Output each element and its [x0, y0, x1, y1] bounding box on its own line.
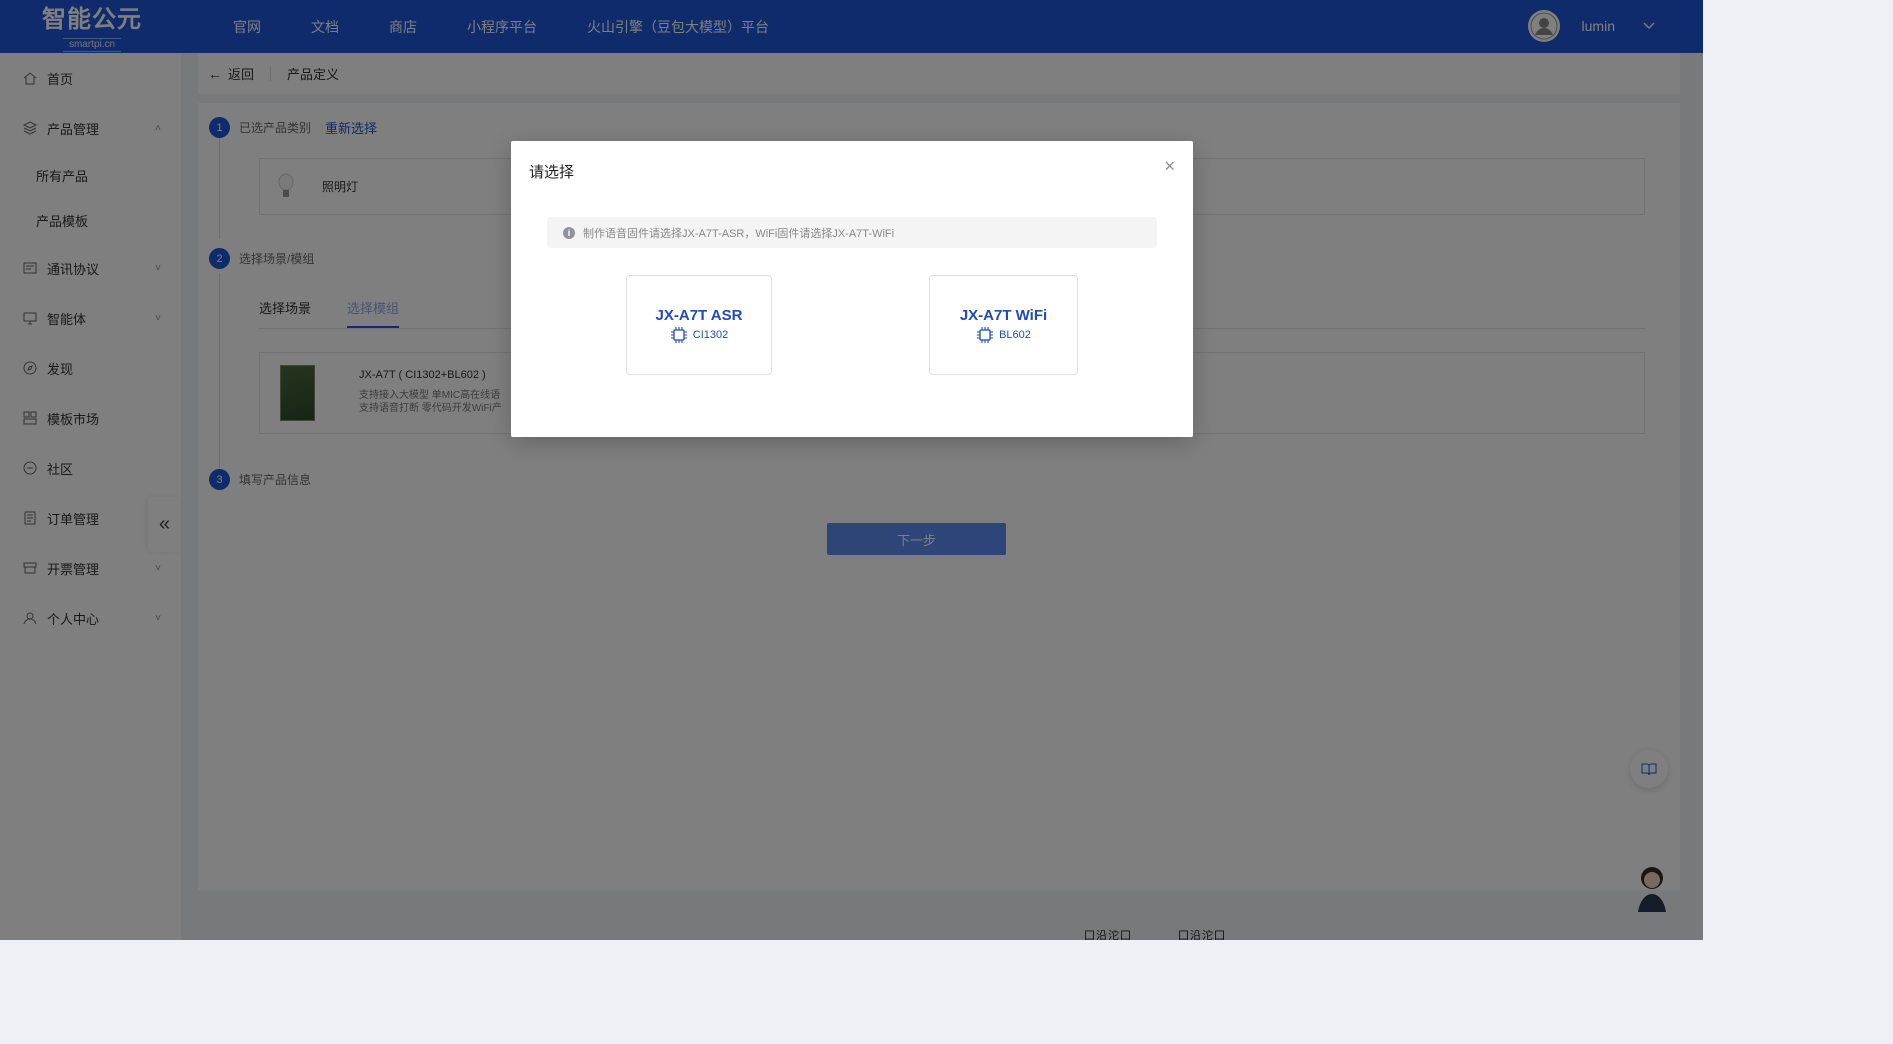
- notice-alert: i 制作语音固件请选择JX-A7T-ASR，WiFi固件请选择JX-A7T-Wi…: [547, 217, 1157, 248]
- chip-name: BL602: [999, 328, 1031, 341]
- chip-name: CI1302: [692, 328, 729, 341]
- choice-chip: CI1302: [670, 326, 728, 344]
- choice-name: JX-A7T WiFi: [959, 306, 1048, 324]
- chip-icon: [977, 326, 994, 343]
- choice-name: JX-A7T ASR: [655, 306, 743, 324]
- chip-icon: [670, 326, 687, 343]
- close-icon[interactable]: ×: [1164, 157, 1175, 175]
- info-icon: i: [563, 226, 575, 239]
- dialog-title: 请选择: [529, 164, 575, 181]
- choice-jx-a7t-asr[interactable]: JX-A7T ASR CI1302: [626, 275, 772, 375]
- app-frame: 智能公元 smartpi.cn 官网 文档 商店 小程序平台 火山引擎（豆包大模…: [0, 0, 1703, 940]
- notice-text: 制作语音固件请选择JX-A7T-ASR，WiFi固件请选择JX-A7T-WiFi: [583, 227, 895, 240]
- choice-jx-a7t-wifi[interactable]: JX-A7T WiFi BL602: [929, 275, 1078, 375]
- select-module-dialog: 请选择 × i 制作语音固件请选择JX-A7T-ASR，WiFi固件请选择JX-…: [511, 141, 1193, 437]
- choice-chip: BL602: [976, 326, 1031, 344]
